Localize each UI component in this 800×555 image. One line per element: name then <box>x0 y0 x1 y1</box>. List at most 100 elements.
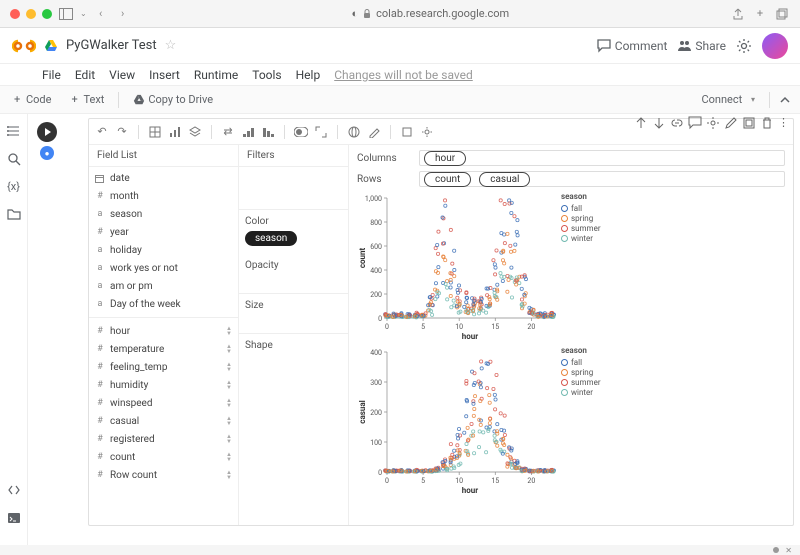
field-row[interactable]: aholiday <box>89 241 238 259</box>
rows-shelf[interactable]: Rows count casual <box>357 170 785 188</box>
filters-slot[interactable] <box>239 167 348 207</box>
legend-item[interactable]: winter <box>561 387 601 397</box>
transpose-icon[interactable]: ⇄ <box>221 125 235 139</box>
legend-item[interactable]: fall <box>561 357 601 367</box>
unsaved-notice[interactable]: Changes will not be saved <box>334 68 473 82</box>
field-row[interactable]: aDay of the week <box>89 295 238 313</box>
export-icon[interactable] <box>400 125 414 139</box>
column-pill-hour[interactable]: hour <box>424 151 466 166</box>
field-agg-stepper[interactable]: ▲▼ <box>226 416 232 426</box>
size-encoding-slot[interactable] <box>245 315 342 321</box>
minimize-window-button[interactable] <box>26 9 36 19</box>
field-row[interactable]: #casual▲▼ <box>89 412 238 430</box>
field-row[interactable]: #registered▲▼ <box>89 430 238 448</box>
close-panel-icon[interactable]: ✕ <box>785 546 792 555</box>
back-button[interactable]: ‹ <box>93 6 109 22</box>
resize-icon[interactable] <box>314 125 328 139</box>
address-bar[interactable]: ◐ colab.research.google.com <box>137 7 724 20</box>
legend-item[interactable]: spring <box>561 367 601 377</box>
mark-type-icon[interactable] <box>168 125 182 139</box>
menu-runtime[interactable]: Runtime <box>194 68 238 82</box>
share-icon[interactable] <box>730 6 746 22</box>
stack-icon[interactable] <box>188 125 202 139</box>
menu-insert[interactable]: Insert <box>149 68 180 82</box>
field-agg-stepper[interactable]: ▲▼ <box>226 380 232 390</box>
code-snippets-icon[interactable] <box>7 483 21 497</box>
menu-help[interactable]: Help <box>296 68 321 82</box>
star-icon[interactable]: ☆ <box>165 38 177 53</box>
document-title[interactable]: PyGWalker Test <box>66 38 157 53</box>
shape-encoding-slot[interactable] <box>245 355 342 361</box>
color-encoding-slot[interactable]: season <box>245 231 342 246</box>
field-agg-stepper[interactable]: ▲▼ <box>226 362 232 372</box>
field-row[interactable]: #year <box>89 223 238 241</box>
config-icon[interactable] <box>420 125 434 139</box>
field-row[interactable]: #Row count▲▼ <box>89 466 238 484</box>
more-icon[interactable]: ⋮ <box>778 116 790 130</box>
tabs-overview-icon[interactable] <box>774 6 790 22</box>
add-text-button[interactable]: + Text <box>65 91 110 108</box>
variables-icon[interactable]: {x} <box>7 180 20 193</box>
field-row[interactable]: #hour▲▼ <box>89 322 238 340</box>
field-agg-stepper[interactable]: ▲▼ <box>226 434 232 444</box>
legend-item[interactable]: winter <box>561 233 601 243</box>
new-tab-button[interactable]: + <box>752 6 768 22</box>
close-window-button[interactable] <box>10 9 20 19</box>
legend-item[interactable]: summer <box>561 223 601 233</box>
field-row[interactable]: #humidity▲▼ <box>89 376 238 394</box>
legend-item[interactable]: spring <box>561 213 601 223</box>
field-row[interactable]: #temperature▲▼ <box>89 340 238 358</box>
collapse-toggle-icon[interactable] <box>778 93 792 107</box>
legend-item[interactable]: fall <box>561 203 601 213</box>
row-pill-count[interactable]: count <box>424 172 471 187</box>
field-agg-stepper[interactable]: ▲▼ <box>226 326 232 336</box>
gear-icon[interactable] <box>736 38 752 54</box>
share-button[interactable]: Share <box>677 39 726 53</box>
menu-file[interactable]: File <box>42 68 61 82</box>
maximize-window-button[interactable] <box>42 9 52 19</box>
color-pill-season[interactable]: season <box>245 231 297 246</box>
field-row[interactable]: date <box>89 169 238 187</box>
add-code-button[interactable]: + Code <box>8 91 57 108</box>
sidebar-toggle-icon[interactable] <box>58 6 74 22</box>
field-row[interactable]: #count▲▼ <box>89 448 238 466</box>
comment-button[interactable]: Comment <box>597 39 668 53</box>
field-row[interactable]: #winspeed▲▼ <box>89 394 238 412</box>
settings-cell-icon[interactable] <box>706 116 720 130</box>
field-agg-stepper[interactable]: ▲▼ <box>226 344 232 354</box>
comment-cell-icon[interactable] <box>688 116 702 130</box>
folder-icon[interactable] <box>7 207 21 221</box>
delete-icon[interactable] <box>760 116 774 130</box>
row-pill-casual[interactable]: casual <box>479 172 530 187</box>
field-agg-stepper[interactable]: ▲▼ <box>226 398 232 408</box>
mirror-tab-icon[interactable] <box>742 116 756 130</box>
field-row[interactable]: aam or pm <box>89 277 238 295</box>
undo-icon[interactable]: ↶ <box>95 125 109 139</box>
geo-icon[interactable] <box>347 125 361 139</box>
edit-icon[interactable] <box>724 116 738 130</box>
toc-icon[interactable] <box>7 124 21 138</box>
field-row[interactable]: #feeling_temp▲▼ <box>89 358 238 376</box>
field-row[interactable]: aseason <box>89 205 238 223</box>
menu-view[interactable]: View <box>109 68 135 82</box>
user-avatar[interactable] <box>762 33 788 59</box>
search-icon[interactable] <box>7 152 21 166</box>
color-icon[interactable] <box>367 125 381 139</box>
opacity-encoding-slot[interactable] <box>245 275 342 281</box>
menu-edit[interactable]: Edit <box>75 68 95 82</box>
forward-button[interactable]: › <box>115 6 131 22</box>
sort-desc-icon[interactable] <box>261 125 275 139</box>
columns-shelf[interactable]: Columns hour <box>357 149 785 167</box>
sort-asc-icon[interactable] <box>241 125 255 139</box>
connect-button[interactable]: Connect ▾ <box>695 91 761 108</box>
menu-tools[interactable]: Tools <box>252 68 281 82</box>
field-row[interactable]: awork yes or not <box>89 259 238 277</box>
field-agg-stepper[interactable]: ▲▼ <box>226 452 232 462</box>
field-row[interactable]: #month <box>89 187 238 205</box>
legend-item[interactable]: summer <box>561 377 601 387</box>
copy-to-drive-button[interactable]: Copy to Drive <box>127 91 219 108</box>
axis-toggle-icon[interactable] <box>294 125 308 139</box>
run-cell-button[interactable] <box>37 122 57 142</box>
aggregate-icon[interactable] <box>148 125 162 139</box>
tab-dropdown-icon[interactable]: ⌄ <box>80 9 87 18</box>
